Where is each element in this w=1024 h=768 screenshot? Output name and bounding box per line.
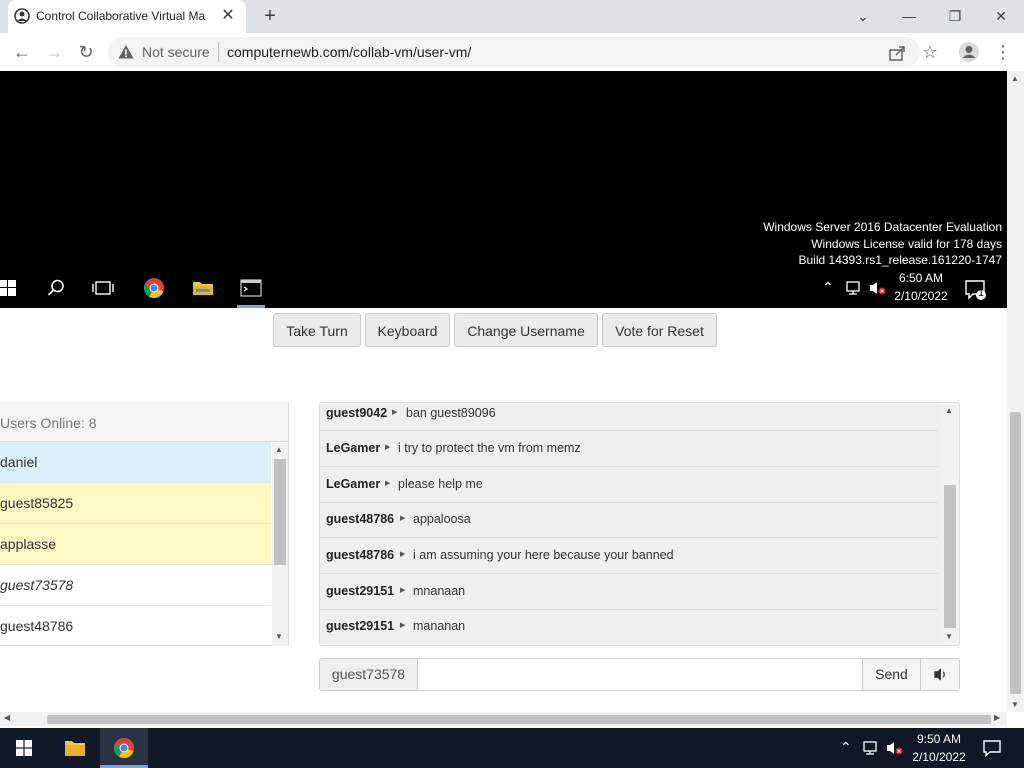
take-turn-button[interactable]: Take Turn [273,313,361,347]
vm-clock-time[interactable]: 6:50 AM [886,271,956,285]
back-arrow-icon[interactable]: ← [10,40,34,64]
user-list-item[interactable]: daniel [0,442,271,483]
vm-task-view-icon[interactable] [92,277,114,299]
chat-separator-icon: ▶ [385,480,391,487]
host-chrome-icon[interactable] [113,737,135,759]
vm-watermark-license: Windows License valid for 178 days [811,237,1002,251]
chat-text: mananan [413,619,466,633]
chat-text: i try to protect the vm from memz [398,441,581,455]
host-network-icon[interactable] [862,740,880,756]
users-scrollbar-thumb[interactable] [274,459,286,565]
browser-menu-icon[interactable]: ⋮ [994,42,1012,62]
security-status[interactable]: Not secure [142,44,210,60]
tab-title: Control Collaborative Virtual Ma [36,9,206,23]
users-scroll-up-icon[interactable]: ▲ [275,445,283,454]
chat-username[interactable]: LeGamer [326,441,380,455]
tab-close-icon[interactable]: ✕ [218,6,238,26]
page-scroll-up-icon[interactable]: ▲ [1011,74,1019,83]
omnibox-divider [218,42,219,62]
host-tray-chevron-icon[interactable]: ⌃ [840,739,852,756]
chat-separator-icon: ▶ [400,587,406,594]
chat-input[interactable] [417,658,863,691]
user-list-item[interactable]: guest73578 [0,565,271,606]
chat-separator-icon: ▶ [400,622,406,629]
user-list-item[interactable]: guest85825 [0,483,271,524]
chat-username[interactable]: guest9042 [326,406,387,420]
chat-scroll-down-icon[interactable]: ▼ [945,632,953,641]
chat-text: mnanaan [413,584,466,598]
send-button[interactable]: Send [862,658,921,691]
keyboard-button[interactable]: Keyboard [365,313,450,347]
vm-search-icon[interactable] [45,277,67,299]
host-start-icon[interactable] [16,740,32,756]
chat-separator-icon: ▶ [400,551,406,558]
vm-tray-chevron-icon[interactable]: ⌃ [822,279,834,296]
chat-text: appaloosa [413,512,471,526]
vm-volume-muted-icon[interactable] [868,280,886,296]
page-scroll-left-icon[interactable]: ◀ [4,713,10,722]
chat-separator-icon: ▶ [385,444,391,451]
vm-file-explorer-icon[interactable] [192,277,214,299]
chat-message: guest29151 mnanaan [320,574,938,610]
host-file-explorer-icon[interactable] [64,738,86,758]
chat-username[interactable]: guest48786 [326,512,394,526]
minimize-button[interactable]: — [895,4,923,28]
warning-icon[interactable] [118,44,134,60]
close-window-button[interactable]: ✕ [987,4,1015,28]
chat-text: i am assuming your here because your ban… [413,548,674,562]
users-online-title: Users Online: 8 [0,415,97,431]
chat-message: guest48786 appaloosa [320,502,938,538]
chat-message: guest29151 mananan [320,609,938,645]
chat-username[interactable]: guest29151 [326,619,394,633]
maximize-button[interactable]: ❐ [941,4,969,28]
chat-message: LeGamer i try to protect the vm from mem… [320,431,938,467]
host-clock-time[interactable]: 9:50 AM [904,732,974,746]
share-icon[interactable] [888,44,906,62]
host-action-center-icon[interactable] [982,739,1002,757]
user-list-item[interactable]: applasse [0,524,271,565]
vote-reset-button[interactable]: Vote for Reset [602,313,717,347]
chat-username[interactable]: LeGamer [326,477,380,491]
chat-separator-icon: ▶ [400,515,406,522]
new-tab-button[interactable]: + [260,5,280,27]
vm-notification-count: 1 [978,288,984,299]
chat-message: LeGamer please help me [320,467,938,503]
page-scroll-down-icon[interactable]: ▼ [1011,700,1019,709]
user-list-item[interactable]: guest48786 [0,606,271,647]
chat-message: guest9042 ban guest89096 [320,396,938,431]
vm-watermark-build: Build 14393.rs1_release.161220-1747 [798,253,1003,267]
vm-clock-date[interactable]: 2/10/2022 [886,289,956,303]
chat-text: please help me [398,477,483,491]
page-vertical-scrollbar-thumb[interactable] [1010,412,1021,694]
vm-watermark-edition: Windows Server 2016 Datacenter Evaluatio… [763,220,1002,234]
chat-username[interactable]: guest29151 [326,584,394,598]
tab-search-icon[interactable]: ⌄ [849,4,877,28]
bookmark-star-icon[interactable]: ☆ [920,42,940,62]
change-username-button[interactable]: Change Username [454,313,598,347]
vm-chrome-icon[interactable] [143,277,165,299]
profile-avatar-icon[interactable] [958,41,980,63]
chat-scrollbar-thumb[interactable] [944,485,956,628]
page-horizontal-scrollbar-thumb[interactable] [47,715,991,724]
host-volume-muted-icon[interactable] [885,740,903,756]
site-favicon-icon [14,8,30,24]
vm-cmd-active-indicator [237,305,265,308]
vm-start-icon[interactable] [0,279,16,297]
host-clock-date[interactable]: 2/10/2022 [904,750,974,764]
chat-separator-icon: ▶ [392,409,398,416]
chat-scroll-up-icon[interactable]: ▲ [945,406,953,415]
users-scroll-down-icon[interactable]: ▼ [275,632,283,641]
url-text[interactable]: computernewb.com/collab-vm/user-vm/ [227,44,471,60]
vm-cmd-icon[interactable] [240,277,262,299]
sound-toggle-icon[interactable] [920,658,960,691]
chat-message: guest48786 i am assuming your here becau… [320,538,938,574]
chat-username-label: guest73578 [319,658,418,691]
forward-arrow-icon[interactable]: → [42,40,66,64]
vm-network-icon[interactable] [845,280,863,296]
page-scroll-right-icon[interactable]: ▶ [994,713,1000,722]
chat-text: ban guest89096 [406,406,496,420]
chat-username[interactable]: guest48786 [326,548,394,562]
reload-icon[interactable]: ↻ [74,40,98,64]
